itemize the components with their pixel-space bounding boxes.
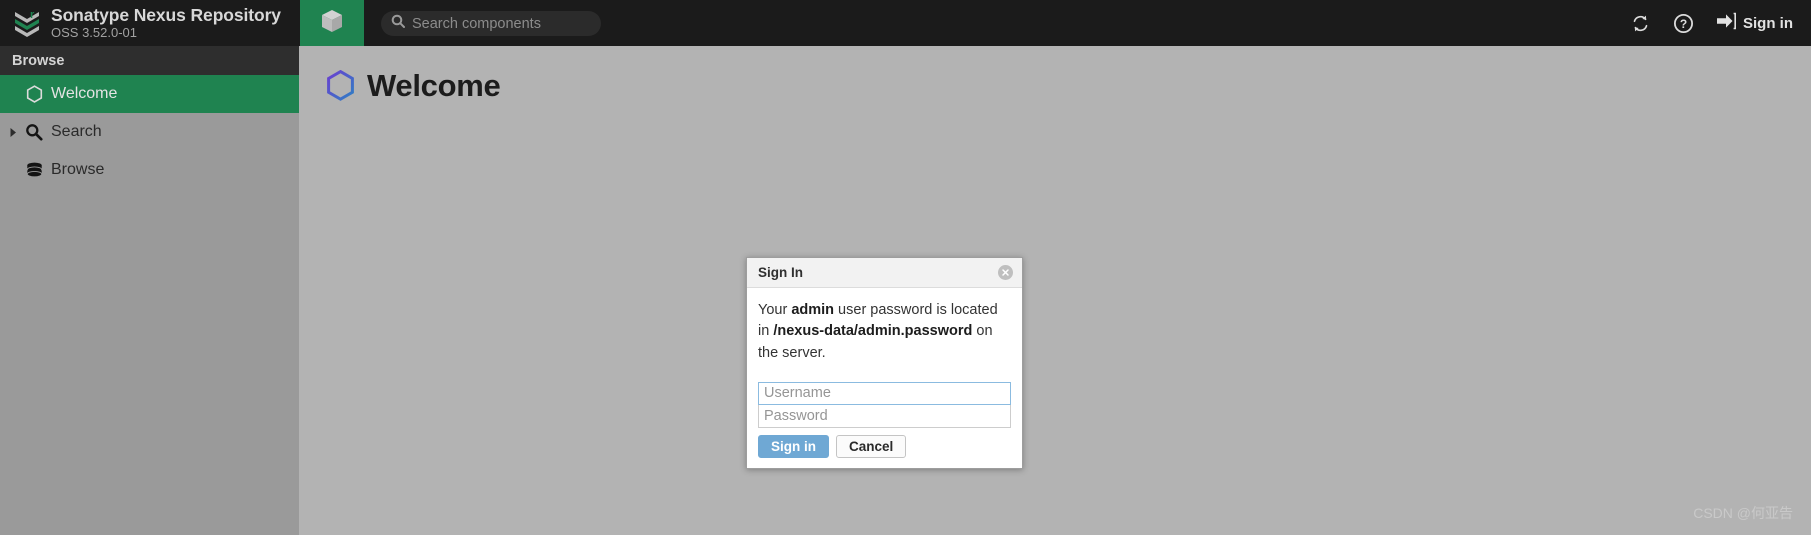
brand-text: Sonatype Nexus Repository OSS 3.52.0-01 <box>51 6 281 40</box>
sidebar-item-label: Search <box>51 123 102 140</box>
sign-in-dialog: Sign In Your admin user password is loca… <box>746 257 1023 469</box>
search-icon <box>24 123 44 141</box>
app-root: r Sonatype Nexus Repository OSS 3.52.0-0… <box>0 0 1811 535</box>
dialog-title: Sign In <box>758 265 803 280</box>
svg-text:?: ? <box>1680 17 1687 31</box>
page-title-row: Welcome <box>299 46 1811 104</box>
page-title: Welcome <box>367 68 501 103</box>
password-input[interactable] <box>758 404 1011 428</box>
message-admin-term: admin <box>791 302 835 318</box>
username-input[interactable] <box>758 381 1011 405</box>
hexagon-icon <box>24 84 44 104</box>
sign-in-button[interactable]: Sign in <box>1716 12 1793 35</box>
hexagon-gradient-icon <box>326 70 355 102</box>
sidebar-item-label: Browse <box>51 161 105 178</box>
search-components-box[interactable]: Search components <box>381 11 601 36</box>
cube-icon <box>320 8 344 39</box>
message-password-path: /nexus-data/admin.password <box>773 323 973 340</box>
dialog-buttons: Sign in Cancel <box>758 434 1011 458</box>
refresh-icon[interactable] <box>1630 13 1651 34</box>
sonatype-chevron-logo-icon: r <box>10 6 44 40</box>
chevron-right-icon[interactable] <box>7 127 19 138</box>
search-icon <box>391 14 405 33</box>
sidebar-header-label: Browse <box>12 52 65 69</box>
top-bar-actions: ? Sign in <box>1630 0 1793 46</box>
top-bar: r Sonatype Nexus Repository OSS 3.52.0-0… <box>0 0 1811 46</box>
sidebar-item-search[interactable]: Search <box>0 113 299 151</box>
sign-in-label: Sign in <box>1743 14 1793 32</box>
sidebar-item-label: Welcome <box>51 85 118 102</box>
repository-cube-button[interactable] <box>300 0 364 46</box>
message-part-1: Your <box>758 302 792 318</box>
dialog-message: Your admin user password is located in /… <box>758 300 1011 364</box>
sidebar-item-welcome[interactable]: Welcome <box>0 75 299 113</box>
main-content: Welcome CSDN @何亚告 <box>299 46 1811 535</box>
dialog-body: Your admin user password is located in /… <box>747 288 1022 468</box>
database-icon <box>24 161 44 180</box>
cancel-button[interactable]: Cancel <box>836 434 907 458</box>
sidebar-header: Browse <box>0 46 299 75</box>
sidebar-item-browse[interactable]: Browse <box>0 151 299 189</box>
watermark: CSDN @何亚告 <box>1693 505 1793 521</box>
sidebar: Browse Welcome Search Browse <box>0 46 299 535</box>
brand-title: Sonatype Nexus Repository <box>51 4 281 25</box>
close-circle-icon[interactable] <box>998 265 1013 280</box>
dialog-fields <box>758 381 1011 428</box>
search-input-placeholder: Search components <box>412 15 541 32</box>
help-circle-icon[interactable]: ? <box>1673 13 1694 34</box>
sign-in-arrow-icon <box>1716 12 1736 35</box>
brand-area[interactable]: r Sonatype Nexus Repository OSS 3.52.0-0… <box>0 0 300 46</box>
sign-in-submit-button[interactable]: Sign in <box>758 434 829 458</box>
dialog-header: Sign In <box>747 258 1022 288</box>
brand-version: OSS 3.52.0-01 <box>51 25 137 41</box>
svg-text:r: r <box>30 9 35 21</box>
